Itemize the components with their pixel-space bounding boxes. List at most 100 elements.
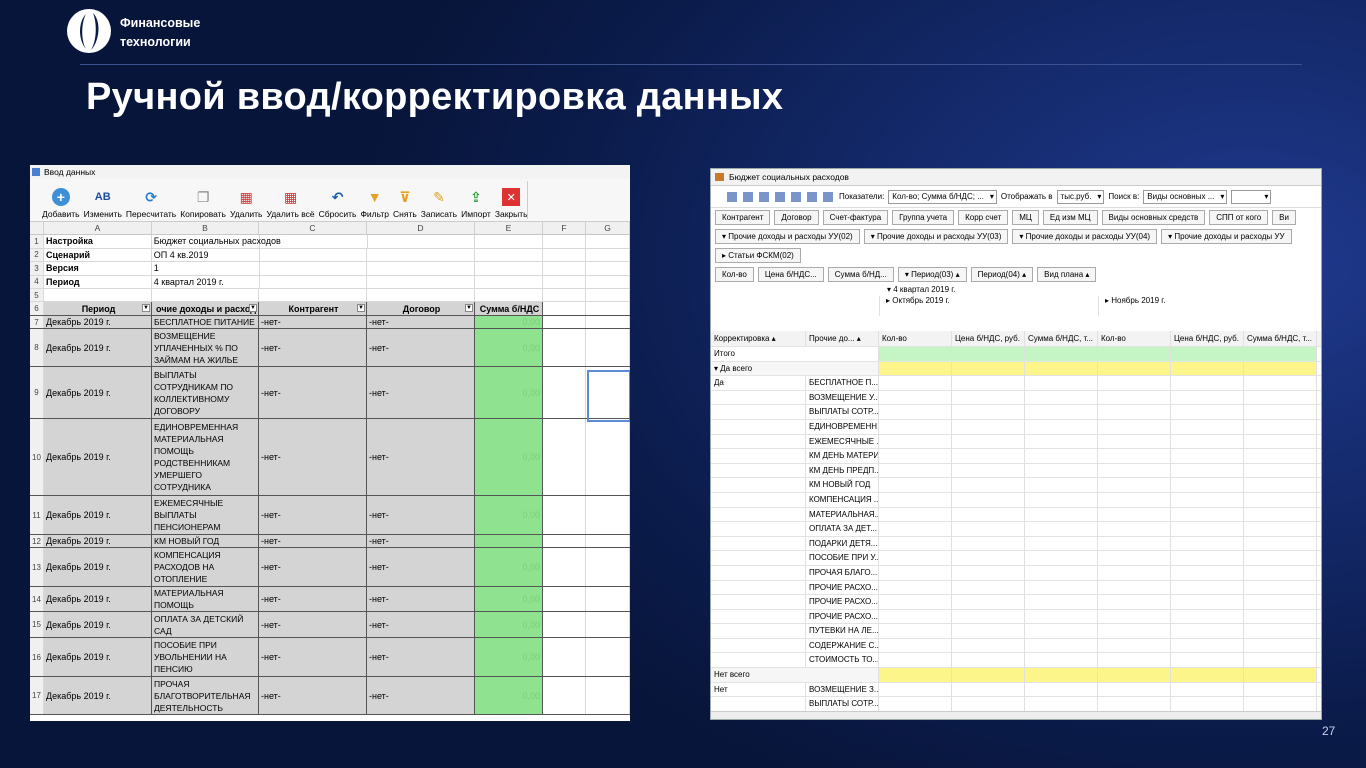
data-field[interactable]: Кол-во — [715, 267, 754, 282]
value-cell[interactable] — [1098, 492, 1171, 507]
value-cell[interactable] — [1244, 419, 1317, 434]
value-cell[interactable] — [1244, 682, 1317, 697]
toolbar-icon[interactable] — [743, 191, 753, 202]
row-label[interactable] — [711, 536, 806, 551]
sum-cell[interactable]: 0,00 — [475, 496, 543, 534]
value-cell[interactable] — [952, 536, 1025, 551]
value-cell[interactable] — [952, 419, 1025, 434]
value-cell[interactable] — [1171, 682, 1244, 697]
period-cell[interactable]: Декабрь 2019 г. — [44, 419, 152, 495]
value-cell[interactable] — [879, 580, 952, 595]
data-field[interactable]: Сумма б/НД... — [827, 267, 894, 282]
value-cell[interactable] — [879, 361, 952, 376]
value-cell[interactable] — [1098, 653, 1171, 668]
value-cell[interactable] — [1171, 580, 1244, 595]
contract-cell[interactable]: -нет- — [367, 367, 475, 418]
cell[interactable] — [586, 262, 630, 275]
row-sub-label[interactable]: КОМПЕНСАЦИЯ ... — [806, 492, 879, 507]
value-cell[interactable] — [879, 449, 952, 463]
setting-label[interactable]: Настройка — [44, 235, 152, 248]
value-cell[interactable] — [952, 522, 1025, 536]
cell[interactable] — [260, 235, 368, 248]
value-cell[interactable] — [1244, 565, 1317, 580]
dropdown-arrow-icon[interactable]: ▼ — [357, 304, 365, 312]
value-cell[interactable] — [879, 434, 952, 449]
value-cell[interactable] — [952, 478, 1025, 492]
cell[interactable] — [152, 289, 259, 301]
cell[interactable] — [586, 248, 630, 261]
row-sub-label[interactable]: ПОДАРКИ ДЕТЯ... — [806, 536, 879, 551]
value-cell[interactable] — [952, 682, 1025, 697]
value-cell[interactable] — [879, 551, 952, 565]
row-sub-label[interactable]: КМ ДЕНЬ ПРЕДП... — [806, 463, 879, 478]
value-cell[interactable] — [879, 653, 952, 668]
cell[interactable] — [586, 289, 630, 301]
value-cell[interactable] — [1171, 565, 1244, 580]
cell[interactable] — [44, 289, 152, 301]
value-cell[interactable] — [1098, 522, 1171, 536]
row-label[interactable] — [711, 595, 806, 609]
value-cell[interactable] — [1171, 551, 1244, 565]
col-header[interactable]: F — [543, 222, 586, 234]
selected-cell[interactable] — [587, 370, 630, 422]
row-label[interactable] — [711, 653, 806, 668]
row-label[interactable] — [711, 405, 806, 419]
measure-header[interactable]: Кол-во — [879, 331, 952, 346]
toolbar-icon[interactable] — [727, 191, 737, 202]
value-cell[interactable] — [952, 434, 1025, 449]
cell[interactable] — [586, 329, 630, 366]
cell[interactable] — [543, 329, 586, 366]
item-cell[interactable]: ПРОЧАЯ БЛАГОТВОРИТЕЛЬНАЯ ДЕЯТЕЛЬНОСТЬ — [152, 677, 259, 714]
cell[interactable] — [543, 275, 587, 288]
counterparty-cell[interactable]: -нет- — [259, 638, 367, 676]
data-field[interactable]: Цена б/НДС... — [757, 267, 824, 282]
setting-label[interactable]: Версия — [44, 262, 152, 275]
period-cell[interactable]: Декабрь 2019 г. — [44, 316, 152, 328]
row-label[interactable]: Итого — [711, 347, 879, 361]
cell[interactable] — [367, 289, 475, 301]
value-cell[interactable] — [1098, 595, 1171, 609]
value-cell[interactable] — [1171, 405, 1244, 419]
value-cell[interactable] — [1098, 668, 1171, 682]
search-input[interactable] — [1231, 189, 1272, 204]
value-cell[interactable] — [1025, 668, 1098, 682]
value-cell[interactable] — [1171, 668, 1244, 682]
counterparty-header[interactable]: Контрагент ▼ — [259, 302, 367, 315]
field-chip[interactable]: Договор — [774, 210, 819, 225]
row-sub-label[interactable]: ПУТЕВКИ НА ЛЕ... — [806, 624, 879, 638]
column-field[interactable]: ▾ Период(03) ▴ — [897, 267, 967, 282]
period-cell[interactable]: Декабрь 2019 г. — [44, 535, 152, 547]
value-cell[interactable] — [879, 478, 952, 492]
counterparty-cell[interactable]: -нет- — [259, 367, 367, 418]
value-cell[interactable] — [879, 347, 952, 361]
toolbar-icon[interactable] — [807, 191, 817, 202]
value-cell[interactable] — [1244, 434, 1317, 449]
item-cell[interactable]: КОМПЕНСАЦИЯ РАСХОДОВ НА ОТОПЛЕНИЕ — [152, 548, 259, 586]
cell[interactable] — [543, 419, 586, 495]
row-sub-label[interactable]: ПОСОБИЕ ПРИ У... — [806, 551, 879, 565]
value-cell[interactable] — [1098, 580, 1171, 595]
cell[interactable] — [475, 248, 544, 261]
row-label[interactable] — [711, 390, 806, 405]
row-label[interactable] — [711, 609, 806, 624]
value-cell[interactable] — [1244, 390, 1317, 405]
value-cell[interactable] — [1171, 595, 1244, 609]
value-cell[interactable] — [952, 507, 1025, 522]
value-cell[interactable] — [1098, 624, 1171, 638]
value-cell[interactable] — [879, 624, 952, 638]
col-header[interactable]: G — [586, 222, 630, 234]
value-cell[interactable] — [1098, 682, 1171, 697]
value-cell[interactable] — [1244, 507, 1317, 522]
value-cell[interactable] — [1098, 405, 1171, 419]
row-sub-label[interactable]: СОДЕРЖАНИЕ С... — [806, 638, 879, 653]
row-sub-label[interactable]: ПРОЧИЕ РАСХО... — [806, 580, 879, 595]
value-cell[interactable] — [1244, 347, 1317, 361]
value-cell[interactable] — [1098, 536, 1171, 551]
item-header[interactable]: очие доходы и расход ▼ — [152, 302, 259, 315]
value-cell[interactable] — [1171, 463, 1244, 478]
value-cell[interactable] — [1171, 478, 1244, 492]
measure-header[interactable]: Кол-во — [1098, 331, 1171, 346]
dropdown-arrow-icon[interactable]: ▼ — [465, 304, 473, 312]
period-cell[interactable]: Декабрь 2019 г. — [44, 496, 152, 534]
item-cell[interactable]: ЕЖЕМЕСЯЧНЫЕ ВЫПЛАТЫ ПЕНСИОНЕРАМ — [152, 496, 259, 534]
